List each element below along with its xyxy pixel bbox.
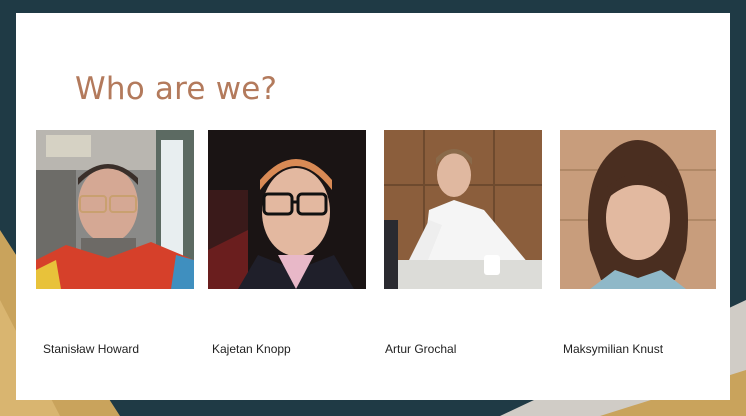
team-photo-2 xyxy=(208,130,366,289)
team-photo-1 xyxy=(36,130,194,289)
slide-title: Who are we? xyxy=(75,71,278,107)
team-member-name-4: Maksymilian Knust xyxy=(563,342,664,356)
slide: Who are we? Stanisław Howard Kajetan Kno… xyxy=(16,13,730,400)
team-member-name-2: Kajetan Knopp xyxy=(212,342,291,356)
team-member-name-3: Artur Grochal xyxy=(385,342,457,356)
team-photo-3 xyxy=(384,130,542,289)
team-photo-4 xyxy=(560,130,716,289)
team-member-name-1: Stanisław Howard xyxy=(43,342,140,356)
